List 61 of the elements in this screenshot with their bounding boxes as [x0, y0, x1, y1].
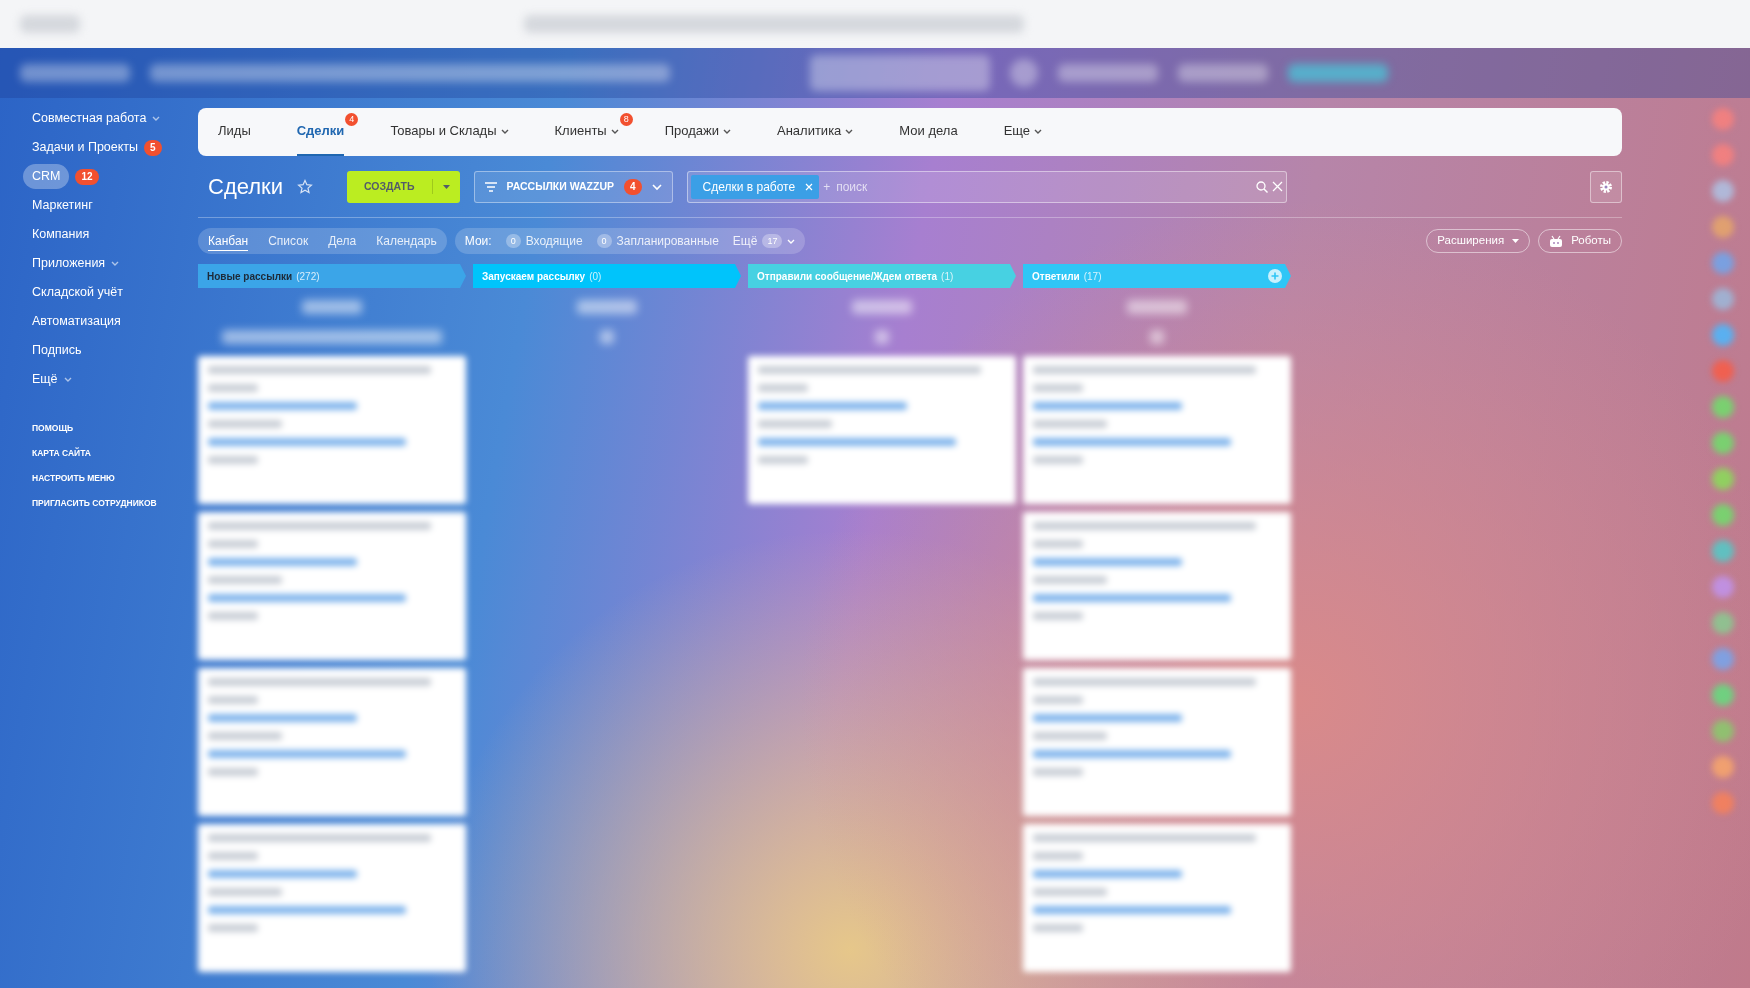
footer-link[interactable]: НАСТРОИТЬ МЕНЮ [32, 466, 198, 491]
create-button[interactable]: СОЗДАТЬ [347, 170, 460, 203]
sidebar-item[interactable]: Маркетинг [32, 193, 93, 218]
counter-badge: 12 [75, 168, 99, 185]
robot-icon [1549, 234, 1564, 248]
view-tab[interactable]: Канбан [208, 231, 249, 251]
view-tab[interactable]: Список [268, 231, 309, 251]
sidebar-item[interactable]: CRM [23, 164, 70, 189]
nav-tab[interactable]: Аналитика [777, 108, 854, 156]
chevron-down-icon [787, 237, 796, 245]
footer-link[interactable]: ПРИГЛАСИТЬ СОТРУДНИКОВ [32, 491, 198, 516]
blurred-column-total [1127, 300, 1187, 314]
star-icon [297, 179, 313, 194]
column-header: Отправили сообщение/Ждем ответа (1) [748, 264, 1016, 288]
sidebar-item[interactable]: Подпись [32, 338, 82, 363]
nav-tab[interactable]: Лиды [218, 108, 251, 156]
filter-chip[interactable]: Сделки в работе [690, 174, 820, 199]
settings-button[interactable] [1590, 170, 1622, 203]
blurred-column-total [577, 300, 637, 314]
counters-label: Мои: [464, 233, 492, 250]
close-icon [805, 182, 814, 191]
funnel-selector[interactable]: РАССЫЛКИ WAZZUP 4 [473, 170, 673, 203]
nav-tab[interactable]: Сделки [296, 108, 345, 156]
search-field[interactable]: Сделки в работе + поиск [686, 170, 1287, 203]
sidebar-item[interactable]: Задачи и Проекты [32, 135, 139, 160]
page-title: Сделки [208, 173, 283, 201]
settings-icon [1599, 179, 1613, 194]
counter-badge: 8 [619, 113, 633, 126]
column-header: Запускаем рассылку (0) [473, 264, 741, 288]
nav-tab[interactable]: Мои дела [899, 108, 958, 156]
filter-icon [484, 181, 497, 192]
blurred-quick-add [875, 330, 889, 344]
search-icon [1255, 180, 1268, 193]
view-tab[interactable]: Дела [328, 231, 357, 251]
plus-sign: + [823, 178, 831, 196]
sidebar-item[interactable]: Совместная работа [32, 106, 147, 131]
blurred-quick-add [600, 330, 614, 344]
blurred-column-total [852, 300, 912, 314]
column-header: Новые рассылки (272) [198, 264, 466, 288]
nav-tab[interactable]: Товары и Склады [390, 108, 509, 156]
column-header: Ответили (17) [1023, 264, 1291, 288]
sidebar-item[interactable]: Автоматизация [32, 309, 121, 334]
nav-tab[interactable]: Еще [1003, 108, 1043, 156]
sidebar-item[interactable]: Ещё [32, 367, 58, 392]
sidebar-item[interactable]: Складской учёт [32, 280, 123, 305]
caret-icon [442, 184, 450, 189]
blurred-quick-add [1150, 330, 1164, 344]
nav-tab[interactable]: Клиенты [554, 108, 619, 156]
counter-badge: 4 [345, 113, 359, 126]
close-icon [1271, 181, 1283, 192]
blurred-column-total [302, 300, 362, 314]
counter-badge: 5 [144, 139, 162, 156]
sidebar-item[interactable]: Приложения [32, 251, 106, 276]
footer-link[interactable]: ПОМОЩЬ [32, 416, 198, 441]
chevron-down-icon [651, 182, 662, 191]
counter-badge: 4 [624, 178, 642, 195]
sidebar-item[interactable]: Компания [32, 222, 90, 247]
nav-tab[interactable]: Продажи [664, 108, 731, 156]
view-tab[interactable]: Календарь [376, 231, 437, 251]
caret-icon [1512, 239, 1520, 243]
footer-link[interactable]: КАРТА САЙТА [32, 441, 198, 466]
